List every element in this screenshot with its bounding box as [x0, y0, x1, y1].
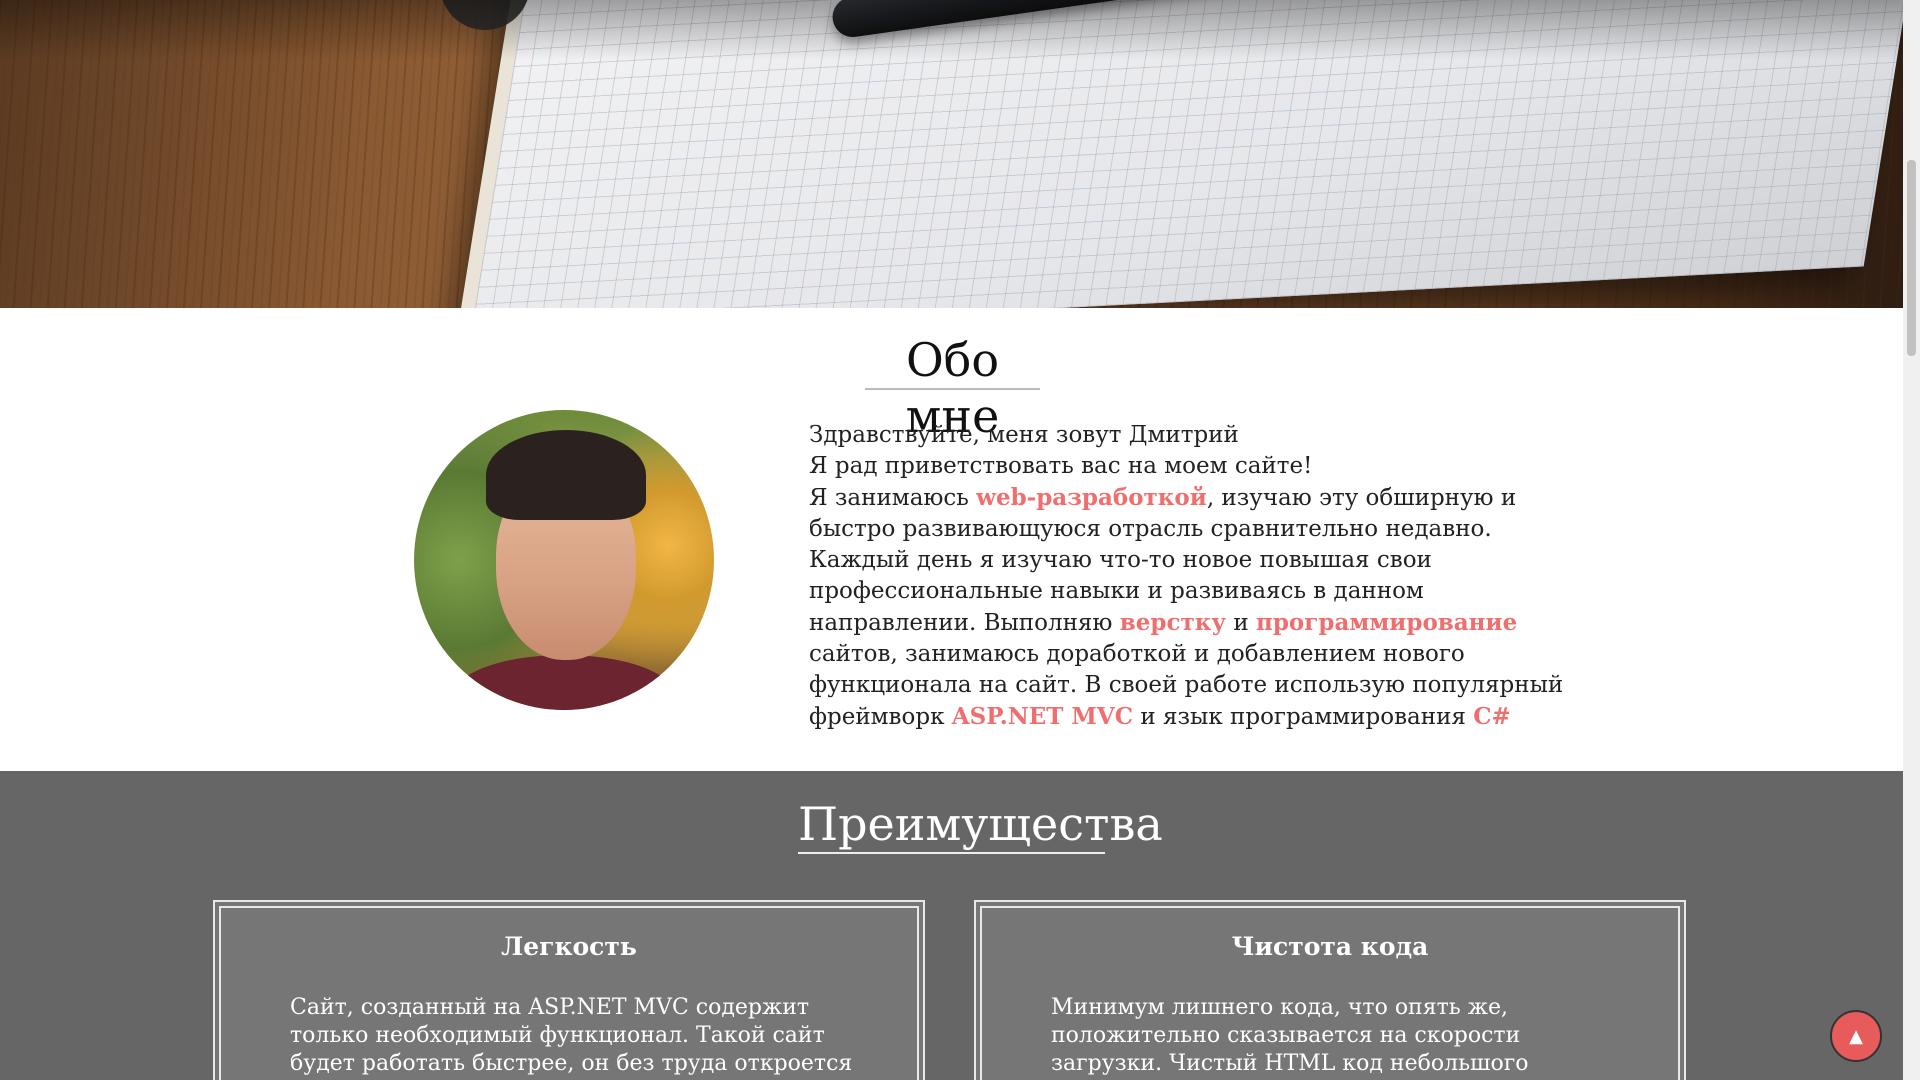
advantage-card-lightness: Легкость Сайт, созданный на ASP.NET MVC …	[213, 900, 925, 1080]
about-text-part: Я занимаюсь	[809, 485, 977, 511]
highlight-web-development: web-разработкой	[976, 484, 1207, 511]
page: Обо мне Здравствуйте, меня зовут Дмитрий…	[0, 0, 1903, 1080]
highlight-language: C#	[1473, 703, 1511, 730]
about-text-part: и язык программирования	[1133, 704, 1474, 730]
about-title: Обо мне	[865, 332, 1040, 443]
arrow-up-icon: ▲	[1849, 1025, 1863, 1047]
card-title: Чистота кода	[1231, 932, 1429, 961]
avatar-shirt	[454, 655, 674, 710]
hero-banner-image	[0, 0, 1903, 308]
highlight-framework: ASP.NET MVC	[951, 703, 1134, 730]
card-text: Минимум лишнего кода, что опять же, поло…	[1051, 995, 1529, 1080]
scrollbar-thumb[interactable]	[1907, 160, 1916, 356]
welcome-line: Я рад приветствовать вас на моем сайте!	[809, 453, 1313, 479]
hero-shadow	[0, 0, 1903, 60]
card-text: Сайт, созданный на ASP.NET MVC содержит …	[290, 995, 853, 1080]
avatar-hair	[486, 430, 646, 520]
scroll-to-top-button[interactable]: ▲	[1830, 1010, 1882, 1062]
advantage-card-clean-code: Чистота кода Минимум лишнего кода, что о…	[974, 900, 1686, 1080]
highlight-programming: программирование	[1256, 609, 1518, 636]
greeting-line: Здравствуйте, меня зовут Дмитрий	[809, 422, 1239, 448]
highlight-layout: верстку	[1119, 609, 1227, 636]
card-title: Легкость	[501, 932, 637, 961]
avatar	[414, 410, 714, 710]
about-text-part: и	[1226, 610, 1257, 636]
scrollbar[interactable]	[1903, 0, 1920, 1080]
advantages-title: Преимущества	[798, 796, 1163, 854]
about-text: Здравствуйте, меня зовут Дмитрий Я рад пр…	[809, 420, 1579, 733]
